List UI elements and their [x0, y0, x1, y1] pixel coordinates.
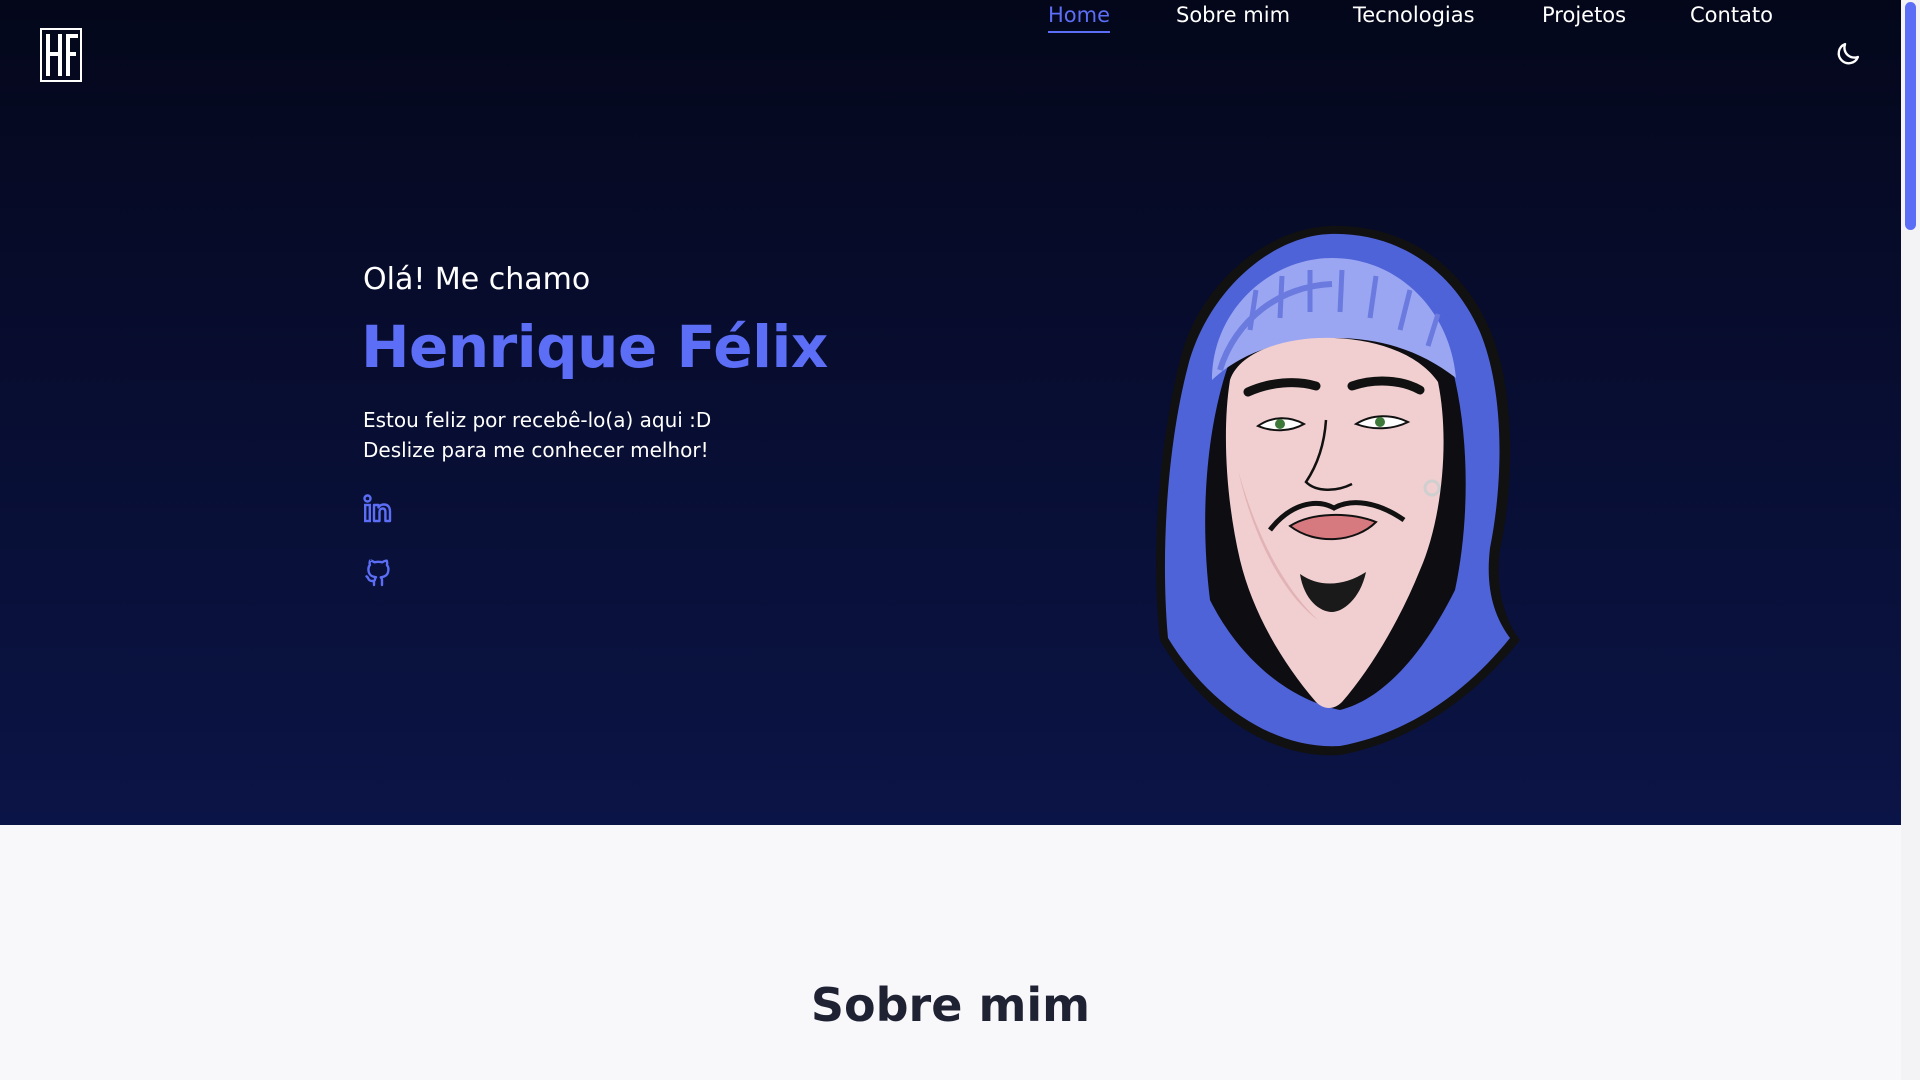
nav-contato[interactable]: Contato [1690, 0, 1773, 30]
moon-icon[interactable] [1834, 40, 1862, 68]
hero-section: Home Sobre mim Tecnologias Projetos Cont… [0, 0, 1901, 825]
nav-projetos[interactable]: Projetos [1542, 0, 1626, 30]
header: Home Sobre mim Tecnologias Projetos Cont… [0, 0, 1901, 110]
hooded-portrait-illustration [1156, 225, 1520, 756]
linkedin-icon[interactable] [363, 494, 393, 524]
logo[interactable] [40, 28, 82, 82]
section-title-sobre-mim: Sobre mim [810, 978, 1091, 1032]
nav-sobre-mim[interactable]: Sobre mim [1176, 0, 1290, 30]
nav-home[interactable]: Home [1048, 0, 1111, 33]
nav-tecnologias[interactable]: Tecnologias [1353, 0, 1475, 30]
hero-name: Henrique Félix [361, 313, 828, 381]
scrollbar-thumb[interactable] [1905, 2, 1916, 230]
hero-subtitle-line-2: Deslize para me conhecer melhor! [363, 438, 709, 462]
page: Home Sobre mim Tecnologias Projetos Cont… [0, 0, 1920, 1080]
hero-subtitle-line-1: Estou feliz por recebê-lo(a) aqui :D [363, 408, 712, 432]
github-icon[interactable] [363, 558, 393, 588]
greeting: Olá! Me chamo [363, 262, 591, 297]
